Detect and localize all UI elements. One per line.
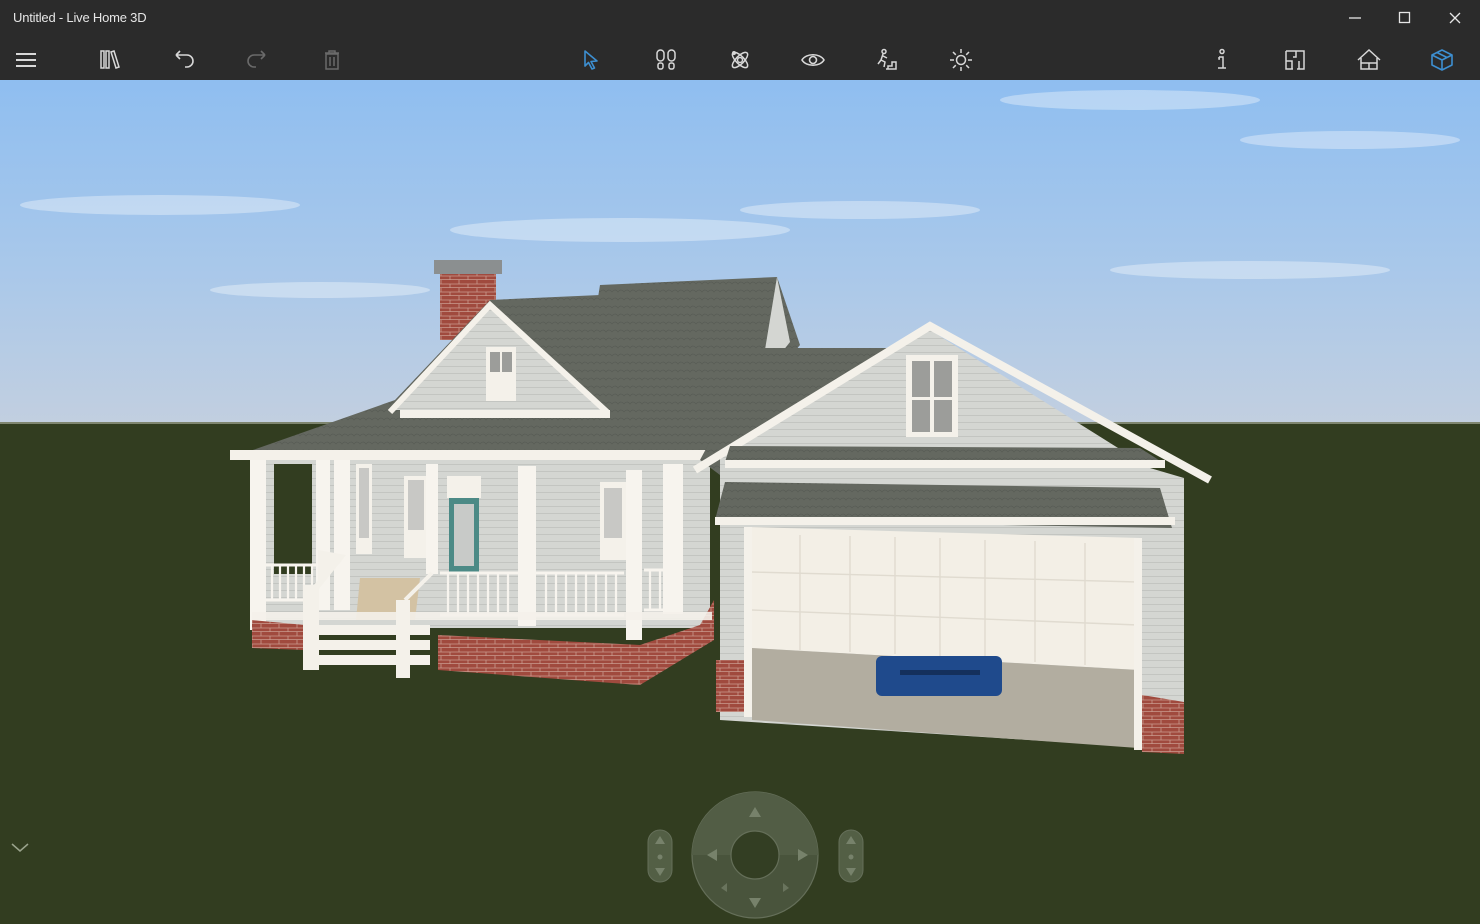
main-toolbar	[0, 36, 1480, 80]
maximize-button[interactable]	[1380, 0, 1430, 36]
hamburger-menu-icon	[16, 53, 36, 67]
title-bar: Untitled - Live Home 3D	[0, 0, 1480, 36]
walk-stairs-tool-button[interactable]	[868, 42, 904, 78]
house-elevation-icon	[1357, 48, 1381, 70]
select-tool-button[interactable]	[573, 42, 609, 78]
redo-button[interactable]	[239, 42, 275, 78]
orbit-icon	[731, 51, 749, 69]
menu-button[interactable]	[8, 42, 44, 78]
trash-icon	[325, 50, 339, 70]
redo-icon	[247, 50, 266, 68]
close-button[interactable]	[1430, 0, 1480, 36]
info-button[interactable]	[1204, 42, 1240, 78]
library-button[interactable]	[93, 42, 129, 78]
info-icon	[1218, 48, 1226, 69]
window-title: Untitled - Live Home 3D	[13, 10, 147, 25]
3d-scene[interactable]	[0, 80, 1480, 924]
lighting-tool-button[interactable]	[943, 42, 979, 78]
pitch-slider[interactable]	[838, 829, 864, 883]
elevation-slider[interactable]	[647, 829, 673, 883]
navigation-joystick[interactable]	[691, 791, 819, 919]
walk-tool-button[interactable]	[648, 42, 684, 78]
minimize-icon	[1349, 17, 1361, 19]
collapse-panel-button[interactable]	[8, 838, 32, 858]
floor-plan-view-button[interactable]	[1277, 42, 1313, 78]
cursor-arrow-icon	[584, 50, 598, 70]
3d-box-icon	[1431, 49, 1453, 71]
minimize-button[interactable]	[1330, 0, 1380, 36]
undo-button[interactable]	[166, 42, 202, 78]
climber-icon	[877, 48, 897, 70]
undo-icon	[175, 50, 194, 68]
look-tool-button[interactable]	[795, 42, 831, 78]
delete-button[interactable]	[314, 42, 350, 78]
3d-view-button[interactable]	[1424, 42, 1460, 78]
chevron-down-icon	[11, 843, 29, 852]
library-icon	[100, 50, 120, 69]
floor-plan-icon	[1285, 50, 1305, 70]
eye-icon	[801, 53, 825, 67]
footprints-icon	[656, 49, 676, 70]
orbit-tool-button[interactable]	[722, 42, 758, 78]
sun-icon	[950, 49, 972, 71]
3d-viewport[interactable]	[0, 80, 1480, 924]
elevation-view-button[interactable]	[1351, 42, 1387, 78]
close-icon	[1449, 12, 1461, 24]
maximize-icon	[1398, 11, 1411, 24]
